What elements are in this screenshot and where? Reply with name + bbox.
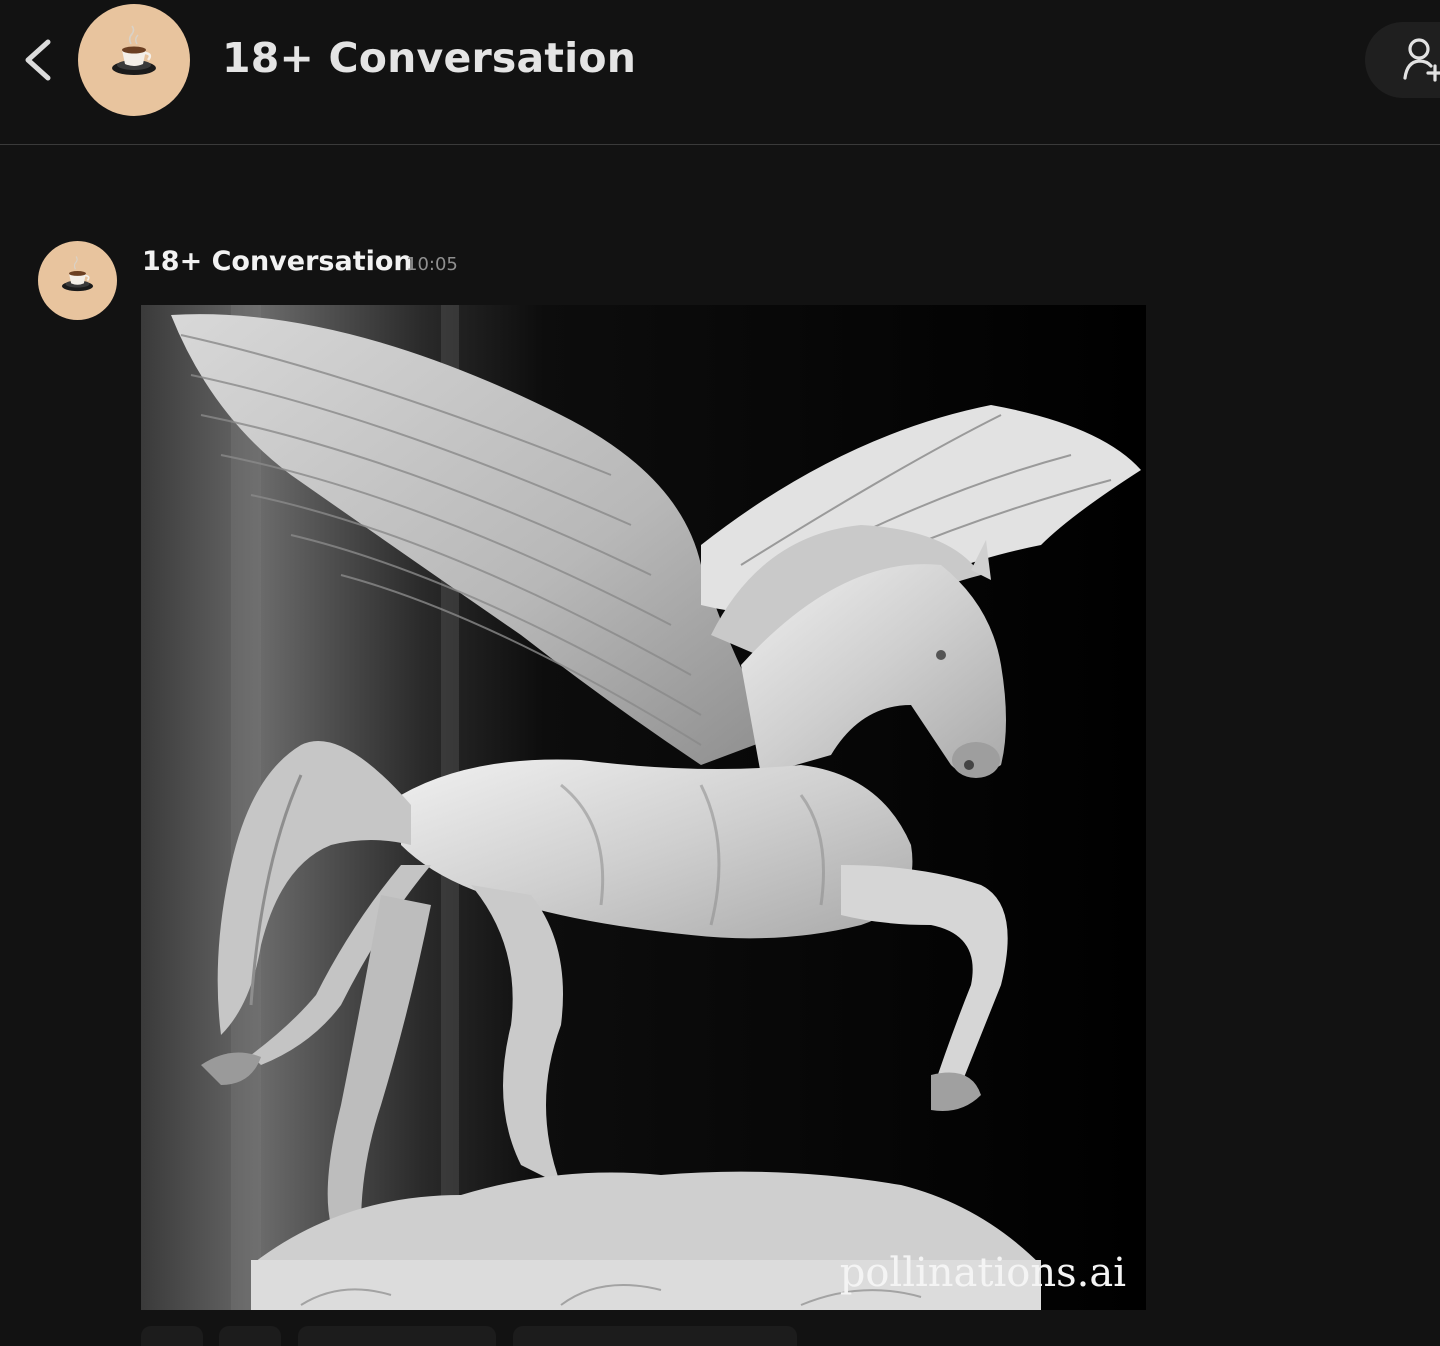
message-timestamp: 10:05 bbox=[406, 254, 458, 275]
message-image[interactable]: pollinations.ai bbox=[141, 305, 1146, 1310]
coffee-cup-icon bbox=[112, 25, 156, 75]
conversation-avatar[interactable] bbox=[78, 4, 190, 116]
reaction-chip[interactable] bbox=[298, 1326, 496, 1346]
conversation-title: 18+ Conversation bbox=[222, 34, 637, 82]
back-button[interactable] bbox=[18, 36, 62, 84]
conversation-header: 18+ Conversation bbox=[0, 0, 1440, 145]
reaction-chip[interactable] bbox=[219, 1326, 281, 1346]
coffee-cup-icon bbox=[61, 256, 94, 292]
author-avatar[interactable] bbox=[38, 241, 117, 320]
pegasus-statue-image bbox=[141, 305, 1146, 1310]
message-item: 18+ Conversation 10:05 pollinations.ai bbox=[0, 145, 1440, 1346]
image-watermark: pollinations.ai bbox=[839, 1250, 1126, 1296]
add-user-icon bbox=[1403, 38, 1440, 82]
add-user-button[interactable] bbox=[1365, 22, 1440, 98]
chevron-left-icon bbox=[25, 39, 51, 81]
reaction-chip[interactable] bbox=[141, 1326, 203, 1346]
message-author[interactable]: 18+ Conversation bbox=[142, 246, 413, 277]
reaction-chip[interactable] bbox=[513, 1326, 797, 1346]
